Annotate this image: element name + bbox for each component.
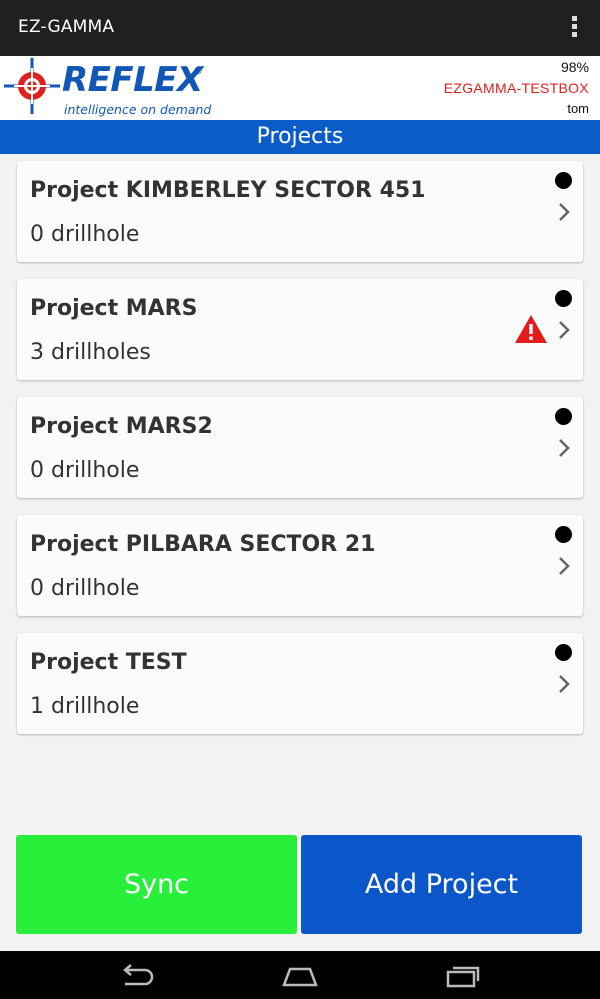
sync-button[interactable]: Sync — [16, 835, 297, 934]
chevron-right-icon — [559, 203, 570, 221]
registered-mark: ® — [193, 66, 203, 77]
back-icon[interactable] — [117, 963, 157, 989]
project-name: Project TEST — [30, 650, 187, 675]
overflow-menu-icon[interactable] — [572, 16, 578, 40]
brand-tagline: intelligence on demand — [64, 102, 212, 117]
add-project-button[interactable]: Add Project — [301, 835, 582, 934]
status-dot-icon — [555, 526, 572, 543]
app-screen: EZ-GAMMA REFLEX ® intelligence on demand… — [0, 0, 600, 999]
project-card-kimberley[interactable]: Project KIMBERLEY SECTOR 451 0 drillhole — [17, 161, 583, 262]
reflex-target-logo-icon — [4, 58, 60, 114]
project-card-pilbara[interactable]: Project PILBARA SECTOR 21 0 drillhole — [17, 515, 583, 616]
project-list: Project KIMBERLEY SECTOR 451 0 drillhole… — [17, 161, 583, 751]
brand-bar: REFLEX ® intelligence on demand 98% EZGA… — [0, 56, 600, 120]
warning-icon — [515, 315, 547, 343]
status-dot-icon — [555, 644, 572, 661]
home-icon[interactable] — [280, 963, 320, 989]
drillhole-count: 0 drillhole — [30, 222, 140, 247]
project-card-test[interactable]: Project TEST 1 drillhole — [17, 633, 583, 734]
project-card-mars2[interactable]: Project MARS2 0 drillhole — [17, 397, 583, 498]
drillhole-count: 0 drillhole — [30, 576, 140, 601]
project-name: Project KIMBERLEY SECTOR 451 — [30, 178, 426, 203]
project-name: Project PILBARA SECTOR 21 — [30, 532, 376, 557]
chevron-right-icon — [559, 675, 570, 693]
user-name: tom — [567, 101, 589, 116]
chevron-right-icon — [559, 557, 570, 575]
battery-level: 98% — [560, 59, 589, 75]
chevron-right-icon — [559, 439, 570, 457]
project-card-mars[interactable]: Project MARS 3 drillholes — [17, 279, 583, 380]
chevron-right-icon — [559, 321, 570, 339]
project-name: Project MARS — [30, 296, 198, 321]
status-dot-icon — [555, 172, 572, 189]
recent-apps-icon[interactable] — [443, 963, 483, 989]
device-name: EZGAMMA-TESTBOX — [443, 80, 589, 96]
action-bar: EZ-GAMMA — [0, 0, 600, 56]
app-title: EZ-GAMMA — [18, 17, 115, 37]
page-title: Projects — [0, 120, 600, 154]
drillhole-count: 3 drillholes — [30, 340, 151, 365]
drillhole-count: 1 drillhole — [30, 694, 140, 719]
status-dot-icon — [555, 290, 572, 307]
system-nav-bar — [0, 951, 600, 999]
reflex-logo-wordmark: REFLEX — [62, 60, 203, 100]
project-name: Project MARS2 — [30, 414, 213, 439]
drillhole-count: 0 drillhole — [30, 458, 140, 483]
status-dot-icon — [555, 408, 572, 425]
